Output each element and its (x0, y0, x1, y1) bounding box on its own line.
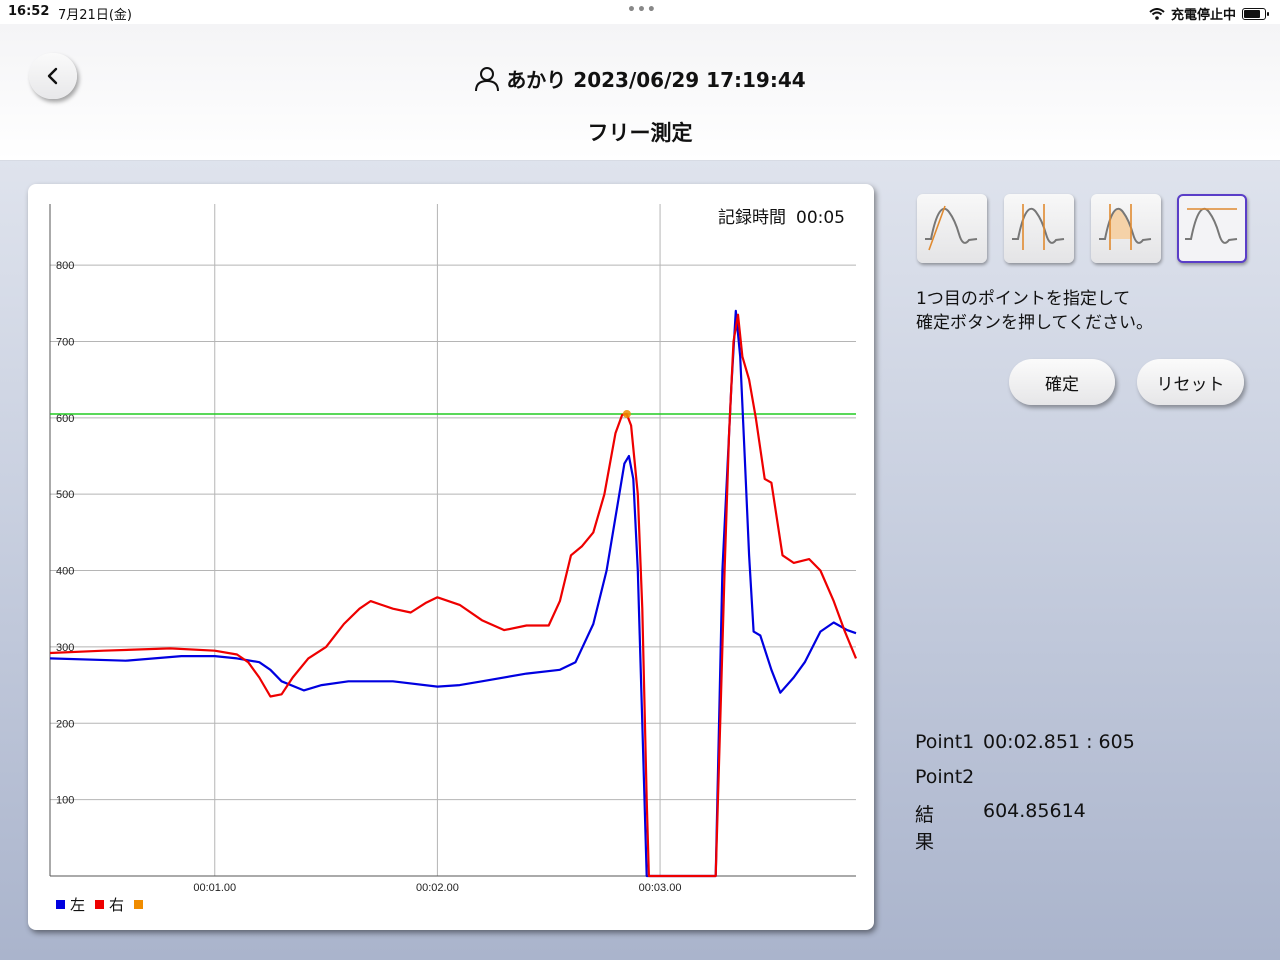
x-tick-label: 00:02.00 (416, 882, 459, 894)
session-info: あかり 2023/06/29 17:19:44 (0, 64, 1280, 93)
chart-panel[interactable]: 100 200 300 400 500 600 700 800 00:01.00 00:02.00… (28, 184, 874, 930)
y-tick-label: 100 (56, 795, 74, 807)
user-name: あかり (506, 68, 567, 92)
instruction-line-2: 確定ボタンを押してください。 (916, 313, 1153, 333)
point2-label: Point2 (915, 765, 975, 788)
status-right: 充電停止中 (1149, 4, 1269, 23)
series-right-line (49, 313, 858, 878)
point1-label: Point1 (915, 731, 975, 753)
wifi-icon (1149, 7, 1165, 20)
peak-threshold-wave-icon (1184, 207, 1237, 244)
instruction-line-1: 1つ目のポイントを指定して (916, 289, 1131, 309)
status-bar: 16:52 7月21日(金) ••• 充電停止中 (0, 0, 1280, 24)
y-tick-label: 200 (56, 718, 74, 730)
result-label: 結果 (915, 804, 935, 853)
legend-swatch (95, 900, 104, 909)
confirm-button[interactable]: 確定 (1009, 359, 1115, 405)
y-tick-label: 800 (56, 260, 74, 272)
status-time: 16:52 (8, 4, 50, 19)
multitask-dots-icon[interactable]: ••• (627, 2, 657, 18)
legend-label: 右 (109, 896, 124, 914)
result-value: 604.85614 (983, 800, 1086, 822)
y-tick-label: 500 (56, 489, 74, 501)
mode-button-area[interactable] (1091, 194, 1161, 263)
y-tick-label: 400 (56, 566, 74, 578)
mode-button-rising[interactable] (917, 194, 987, 263)
point1-value: 00:02.851 : 605 (983, 731, 1135, 753)
header: あかり 2023/06/29 17:19:44 フリー測定 (0, 24, 1280, 161)
legend-swatch (134, 900, 143, 909)
y-tick-label: 700 (56, 336, 74, 348)
battery-icon (1242, 7, 1269, 20)
user-icon (475, 67, 500, 92)
point1-marker[interactable] (622, 410, 631, 418)
rising-slope-wave-icon (925, 205, 978, 251)
charging-status: 充電停止中 (1170, 8, 1236, 23)
legend-label: 左 (70, 896, 85, 914)
instruction-text: 1つ目のポイントを指定して 確定ボタンを押してください。 (916, 287, 1153, 335)
record-time-value: 00:05 (796, 208, 845, 228)
x-tick-label: 00:03.00 (639, 882, 682, 894)
reset-button[interactable]: リセット (1137, 359, 1244, 405)
session-timestamp: 2023/06/29 17:19:44 (573, 68, 806, 92)
mode-button-peak[interactable] (1177, 194, 1247, 263)
record-time-label: 記録時間 (718, 208, 786, 228)
x-tick-label: 00:01.00 (193, 882, 236, 894)
series-left-line (49, 309, 857, 878)
legend-swatch (56, 900, 65, 909)
area-wave-icon (1099, 204, 1152, 250)
measurement-chart[interactable]: 10020030040050060070080000:01.00 00:02.00… (28, 184, 874, 930)
mode-button-interval[interactable] (1004, 194, 1074, 263)
interval-wave-icon (1012, 204, 1065, 250)
status-date: 7月21日(金) (58, 8, 132, 23)
page-title: フリー測定 (587, 121, 693, 145)
record-time: 記録時間 00:05 (718, 203, 845, 228)
